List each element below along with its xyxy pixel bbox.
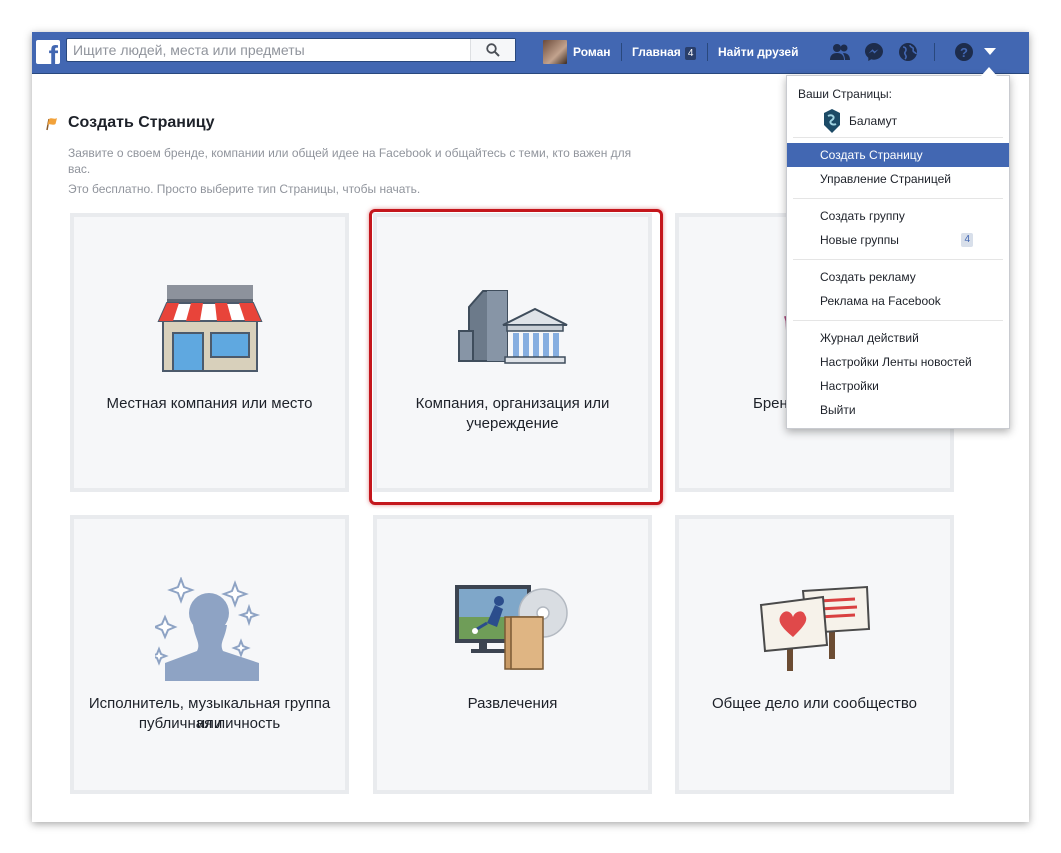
home-badge: 4 [684,47,697,60]
search-icon [486,43,500,57]
top-navigation-bar: f Роман Главная4 Найти друзей [32,32,1029,74]
menu-item-label: Новые группы [820,233,899,247]
public-figure-icon [154,577,260,681]
help-icon[interactable]: ? [952,40,976,64]
tile-label: Развлечения [467,695,558,712]
page-avatar-icon [824,109,840,133]
find-friends-link[interactable]: Найти друзей [718,43,798,61]
page-name: Баламут [849,114,898,128]
tile-local-business[interactable]: Местная компания или место [70,213,349,492]
account-dropdown-menu: Ваши Страницы: Баламут Создать Страницу … [786,67,1010,429]
flag-icon [46,118,57,131]
tile-label-line2: публичная личность [138,715,281,732]
menu-new-groups[interactable]: Новые группы 4 [787,228,1009,252]
your-pages-header: Ваши Страницы: [798,87,893,101]
nav-divider [934,43,935,61]
selection-highlight [369,209,663,505]
menu-divider [793,198,1003,199]
entertainment-icon [454,585,568,670]
menu-activity-log[interactable]: Журнал действий [787,326,1009,350]
search-box [66,38,516,62]
menu-divider [793,259,1003,260]
browser-frame: f Роман Главная4 Найти друзей [32,32,1029,822]
home-label: Главная [632,45,681,59]
protest-signs-icon [759,585,870,671]
account-menu-caret-icon[interactable] [978,40,1002,64]
menu-divider [793,137,1003,138]
search-button[interactable] [470,39,515,61]
avatar [543,40,567,64]
menu-log-out[interactable]: Выйти [787,398,1009,422]
dropdown-caret [981,67,997,76]
search-input[interactable] [73,42,468,58]
page-description: Заявите о своем бренде, компании или общ… [68,146,632,176]
tile-artist-public-figure[interactable]: Исполнитель, музыкальная группа или публ… [70,515,349,794]
menu-create-page[interactable]: Создать Страницу [787,143,1009,167]
home-link[interactable]: Главная 4 [632,43,697,61]
menu-manage-page[interactable]: Управление Страницей [787,167,1009,191]
menu-settings[interactable]: Настройки [787,374,1009,398]
page-subtext: Это бесплатно. Просто выберите тип Стран… [68,182,421,196]
profile-link[interactable]: Роман [543,39,611,65]
page-title: Создать Страницу [68,114,215,131]
notifications-globe-icon[interactable] [896,40,920,64]
facebook-logo-icon[interactable]: f [36,40,60,64]
menu-divider [793,320,1003,321]
menu-create-ad[interactable]: Создать рекламу [787,265,1009,289]
friend-requests-icon[interactable] [828,40,852,64]
nav-divider [707,43,708,61]
tile-entertainment[interactable]: Развлечения [373,515,652,794]
tile-label: Местная компания или место [106,395,313,412]
new-groups-badge: 4 [961,233,973,247]
messenger-icon[interactable] [862,40,886,64]
find-friends-label: Найти друзей [718,45,799,59]
nav-divider [621,43,622,61]
menu-create-group[interactable]: Создать группу [787,204,1009,228]
storefront-icon [156,285,263,372]
svg-text:?: ? [960,45,968,60]
tile-cause-community[interactable]: Общее дело или сообщество [675,515,954,794]
tile-label: Общее дело или сообщество [712,695,917,712]
menu-facebook-ads[interactable]: Реклама на Facebook [787,289,1009,313]
page-link-balamut[interactable]: Баламут [823,109,897,133]
menu-news-feed-preferences[interactable]: Настройки Ленты новостей [787,350,1009,374]
user-name: Роман [573,45,611,59]
